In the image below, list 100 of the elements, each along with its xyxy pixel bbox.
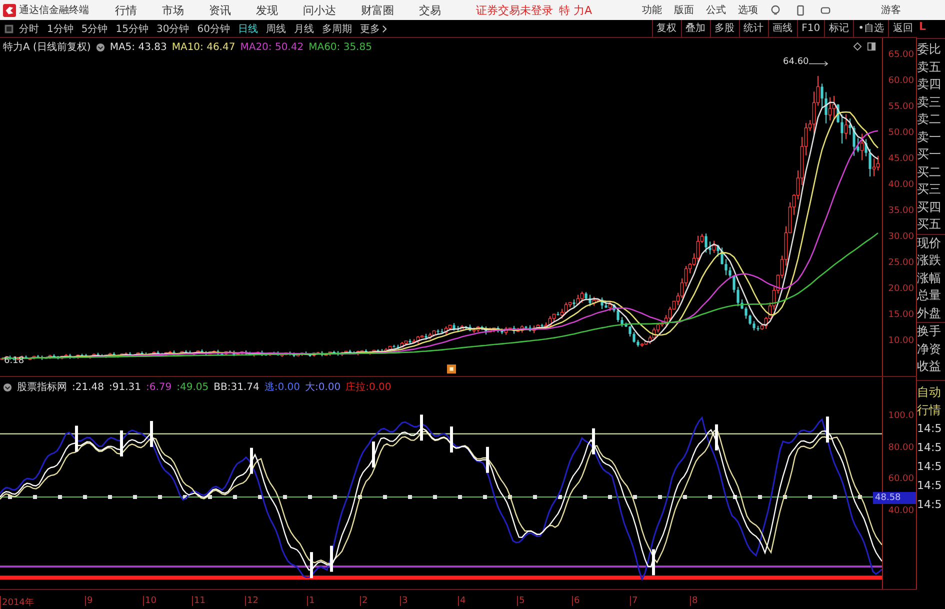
- signal-bar: [330, 546, 333, 572]
- indicator-value: :91.31: [109, 382, 141, 392]
- moving-average-value: MA20: 50.42: [240, 42, 304, 52]
- quote-field-label: 卖四: [917, 76, 942, 93]
- trade-time: 14:5: [917, 458, 943, 474]
- app-logo-icon: [3, 4, 16, 16]
- toolbar-button[interactable]: 多股: [710, 20, 739, 38]
- quote-field-label: 买四: [917, 198, 942, 216]
- quote-field-label: 净资: [917, 340, 942, 358]
- indicator-value: 逃:0.00: [264, 380, 300, 394]
- period-tab[interactable]: 更多: [360, 22, 380, 36]
- trade-time: 14:5: [917, 496, 943, 512]
- period-tab[interactable]: 周线: [266, 22, 286, 36]
- login-notice[interactable]: 证券交易未登录: [476, 2, 553, 18]
- chevron-right-icon[interactable]: [382, 24, 387, 32]
- quote-field-label: 换手: [917, 322, 945, 340]
- date-axis-label: 4: [458, 596, 466, 606]
- indicator-axis-label: 40.00: [888, 506, 914, 516]
- bulb-icon[interactable]: [770, 4, 782, 16]
- quote-field-label: 卖三: [917, 94, 942, 110]
- signal-bar: [450, 426, 453, 452]
- period-tab[interactable]: 多周期: [322, 22, 352, 36]
- auto-quote-label: 自动: [917, 384, 942, 400]
- toolbar-button[interactable]: 标记: [824, 20, 854, 38]
- indicator-value: 庄拉:0.00: [346, 380, 392, 394]
- signal-bar: [310, 552, 313, 578]
- date-axis-label: 5: [517, 596, 525, 606]
- price-axis-label: 65.00: [888, 50, 914, 60]
- date-axis-label: 12: [245, 596, 258, 606]
- signal-bar: [715, 424, 718, 450]
- date-axis-label: 10: [143, 596, 156, 606]
- date-axis-label: 11: [192, 596, 206, 606]
- quote-field-label: 总量: [917, 287, 942, 304]
- quote-field-label: 买五: [917, 216, 942, 233]
- indicator-value: BB:31.74: [214, 382, 260, 392]
- signal-bar: [826, 416, 829, 443]
- date-axis-label: 2: [360, 596, 368, 606]
- period-tab[interactable]: 1分钟: [47, 22, 74, 36]
- price-axis-label: 45.00: [888, 154, 914, 164]
- moving-average-value: MA60: 35.85: [308, 42, 372, 52]
- phone-icon[interactable]: [795, 4, 806, 16]
- trade-time: 14:5: [917, 420, 943, 436]
- indicator-name: 股票指标网: [17, 380, 67, 394]
- menu-item[interactable]: 交易: [419, 2, 441, 18]
- date-axis-label: 2014年: [0, 596, 34, 609]
- menu-item[interactable]: 行情: [115, 2, 137, 18]
- signal-bar: [250, 448, 253, 474]
- trade-time: 14:5: [917, 478, 943, 494]
- toolbar-button[interactable]: 叠加: [680, 20, 710, 38]
- chart-title: 特力A (日线前复权): [3, 40, 91, 54]
- period-tab[interactable]: 分时: [19, 22, 39, 36]
- period-tab[interactable]: 60分钟: [197, 22, 230, 36]
- stock-name: 特 力A: [559, 2, 592, 18]
- period-tab[interactable]: 日线: [238, 22, 258, 36]
- signal-bar: [592, 428, 595, 454]
- quote-field-label: 买三: [917, 181, 942, 198]
- period-tab[interactable]: 月线: [294, 22, 314, 36]
- diamond-icon[interactable]: [853, 42, 862, 51]
- date-axis-label: 1: [307, 596, 315, 606]
- toolbar-button[interactable]: 返回: [888, 20, 917, 38]
- quote-field-label: 委比: [917, 41, 942, 58]
- high-price-label: 64.60: [783, 57, 809, 67]
- price-axis-label: 40.00: [888, 180, 914, 190]
- signal-bar: [652, 549, 655, 576]
- menu-item[interactable]: 市场: [162, 2, 184, 18]
- tool-menu-item[interactable]: 版面: [674, 3, 694, 17]
- tool-menu-item[interactable]: 选项: [738, 3, 758, 17]
- panel-toggle-icon[interactable]: [4, 24, 14, 34]
- toolbar-button[interactable]: 画线: [768, 20, 797, 38]
- quote-field-label: 外盘: [917, 304, 942, 322]
- auto-quote-label: 行情: [917, 402, 942, 418]
- indicator-value: :49.05: [176, 382, 209, 392]
- period-tab[interactable]: 15分钟: [116, 22, 148, 36]
- menu-item[interactable]: 发现: [256, 2, 278, 18]
- user-label[interactable]: 游客: [881, 3, 902, 17]
- current-value-label: 48.58: [873, 492, 916, 504]
- indicator-axis-label: 80.00: [888, 442, 914, 453]
- corner-label[interactable]: L: [917, 20, 945, 39]
- window-icon[interactable]: [867, 42, 876, 51]
- toolbar-button[interactable]: 统计: [738, 20, 768, 38]
- price-axis-label: 25.00: [888, 258, 914, 268]
- tool-menu-item[interactable]: 公式: [706, 3, 726, 17]
- signal-bar: [486, 446, 489, 473]
- moving-average-value: MA5: 43.83: [110, 42, 167, 52]
- period-tab[interactable]: 5分钟: [81, 22, 108, 36]
- signal-bar: [75, 426, 78, 452]
- toolbar-button[interactable]: •自选: [853, 20, 888, 38]
- period-tab[interactable]: 30分钟: [156, 22, 190, 36]
- moving-average-value: MA10: 46.47: [172, 42, 236, 52]
- price-axis-label: 10.00: [888, 336, 914, 346]
- quote-field-label: 收益: [917, 358, 942, 375]
- tool-menu-item[interactable]: 功能: [642, 3, 662, 17]
- menu-item[interactable]: 资讯: [209, 2, 231, 18]
- quote-field-label: 现价: [917, 234, 945, 252]
- menu-item[interactable]: 财富圈: [361, 2, 394, 18]
- toolbar-button[interactable]: 复权: [652, 20, 681, 38]
- indicator-axis-label: 100.0: [888, 411, 914, 421]
- toolbar-button[interactable]: F10: [796, 20, 824, 38]
- menu-item[interactable]: 问小达: [303, 2, 336, 18]
- price-axis-label: 50.00: [888, 128, 914, 138]
